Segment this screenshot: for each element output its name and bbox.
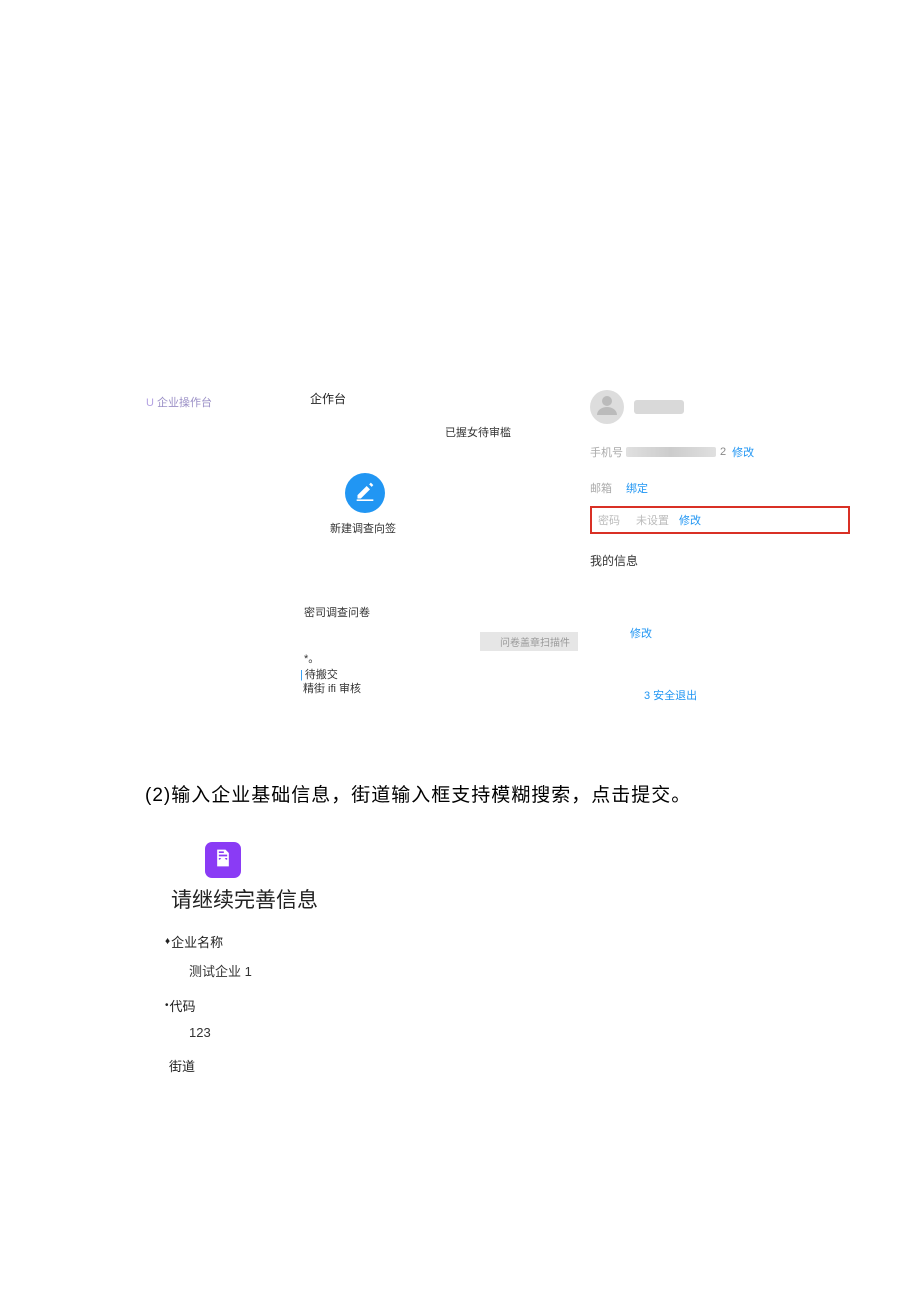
phone-tail: 2 — [720, 446, 726, 458]
create-survey-button[interactable] — [345, 473, 385, 513]
survey-seal-scan-attachment[interactable]: 问卷盖章扫描件 — [480, 632, 578, 651]
status-street-review: 精街 ifi 审核 — [303, 680, 361, 696]
email-bind-link[interactable]: 绑定 — [626, 480, 648, 496]
document-search-icon — [213, 848, 233, 873]
confidential-survey-label: 密司调查问卷 — [304, 604, 370, 620]
field-street: 街道 — [165, 1056, 665, 1075]
email-row: 邮箱 绑定 — [590, 480, 850, 496]
complete-info-form: 请继续完善信息 ♦企业名称 测试企业 1 •代码 123 街道 — [165, 842, 665, 1091]
company-name-label: ♦企业名称 — [165, 932, 665, 951]
field-company-name: ♦企业名称 测试企业 1 — [165, 932, 665, 980]
my-info-heading: 我的信息 — [590, 552, 850, 569]
required-star-icon: • — [165, 1000, 169, 1011]
street-label: 街道 — [169, 1056, 665, 1075]
password-row-highlighted: 密码 未设置 修改 — [590, 506, 850, 534]
pencil-tray-icon — [355, 481, 375, 506]
worktable-tab[interactable]: 企作台 — [310, 390, 346, 407]
create-survey-label: 新建调查向签 — [330, 520, 396, 536]
password-unset-flag: 未设置 — [636, 512, 669, 528]
safe-exit-link[interactable]: 3安全退出 — [644, 687, 697, 703]
enterprise-ops-label: U企业操作台 — [146, 394, 212, 410]
code-input[interactable]: 123 — [189, 1025, 665, 1040]
phone-value-redacted — [626, 447, 716, 457]
phone-label: 手机号 — [590, 444, 626, 460]
profile-panel: 手机号 2 修改 邮箱 绑定 密码 未设置 修改 我的信息 修改 — [590, 390, 850, 641]
form-header-icon-wrapper — [205, 842, 241, 878]
username-redacted — [634, 400, 684, 414]
field-code: •代码 123 — [165, 996, 665, 1040]
required-star-note: *。 — [304, 650, 319, 666]
code-label: •代码 — [165, 996, 665, 1015]
account-actions-row: 3安全退出 注销账户 — [644, 685, 920, 704]
password-modify-link[interactable]: 修改 — [679, 512, 701, 528]
screenshot-operations-panel: U企业操作台 企作台 已握女待审槛 新建调查向签 密司调查问卷 问卷盖章扫描件 … — [140, 380, 850, 700]
person-icon — [595, 393, 619, 422]
info-modify-link[interactable]: 修改 — [630, 625, 850, 641]
required-star-icon: ♦ — [165, 936, 170, 947]
company-name-input[interactable]: 测试企业 1 — [189, 961, 665, 980]
avatar[interactable] — [590, 390, 624, 424]
phone-modify-link[interactable]: 修改 — [732, 444, 754, 460]
instruction-step-2: (2)输入企业基础信息，街道输入框支持模糊搜索，点击提交。 — [145, 780, 691, 807]
form-title: 请继续完善信息 — [171, 884, 665, 914]
submitted-pending-review-label: 已握女待审槛 — [445, 424, 511, 440]
phone-row: 手机号 2 修改 — [590, 444, 850, 460]
email-label: 邮箱 — [590, 480, 626, 496]
password-label: 密码 — [598, 512, 630, 528]
